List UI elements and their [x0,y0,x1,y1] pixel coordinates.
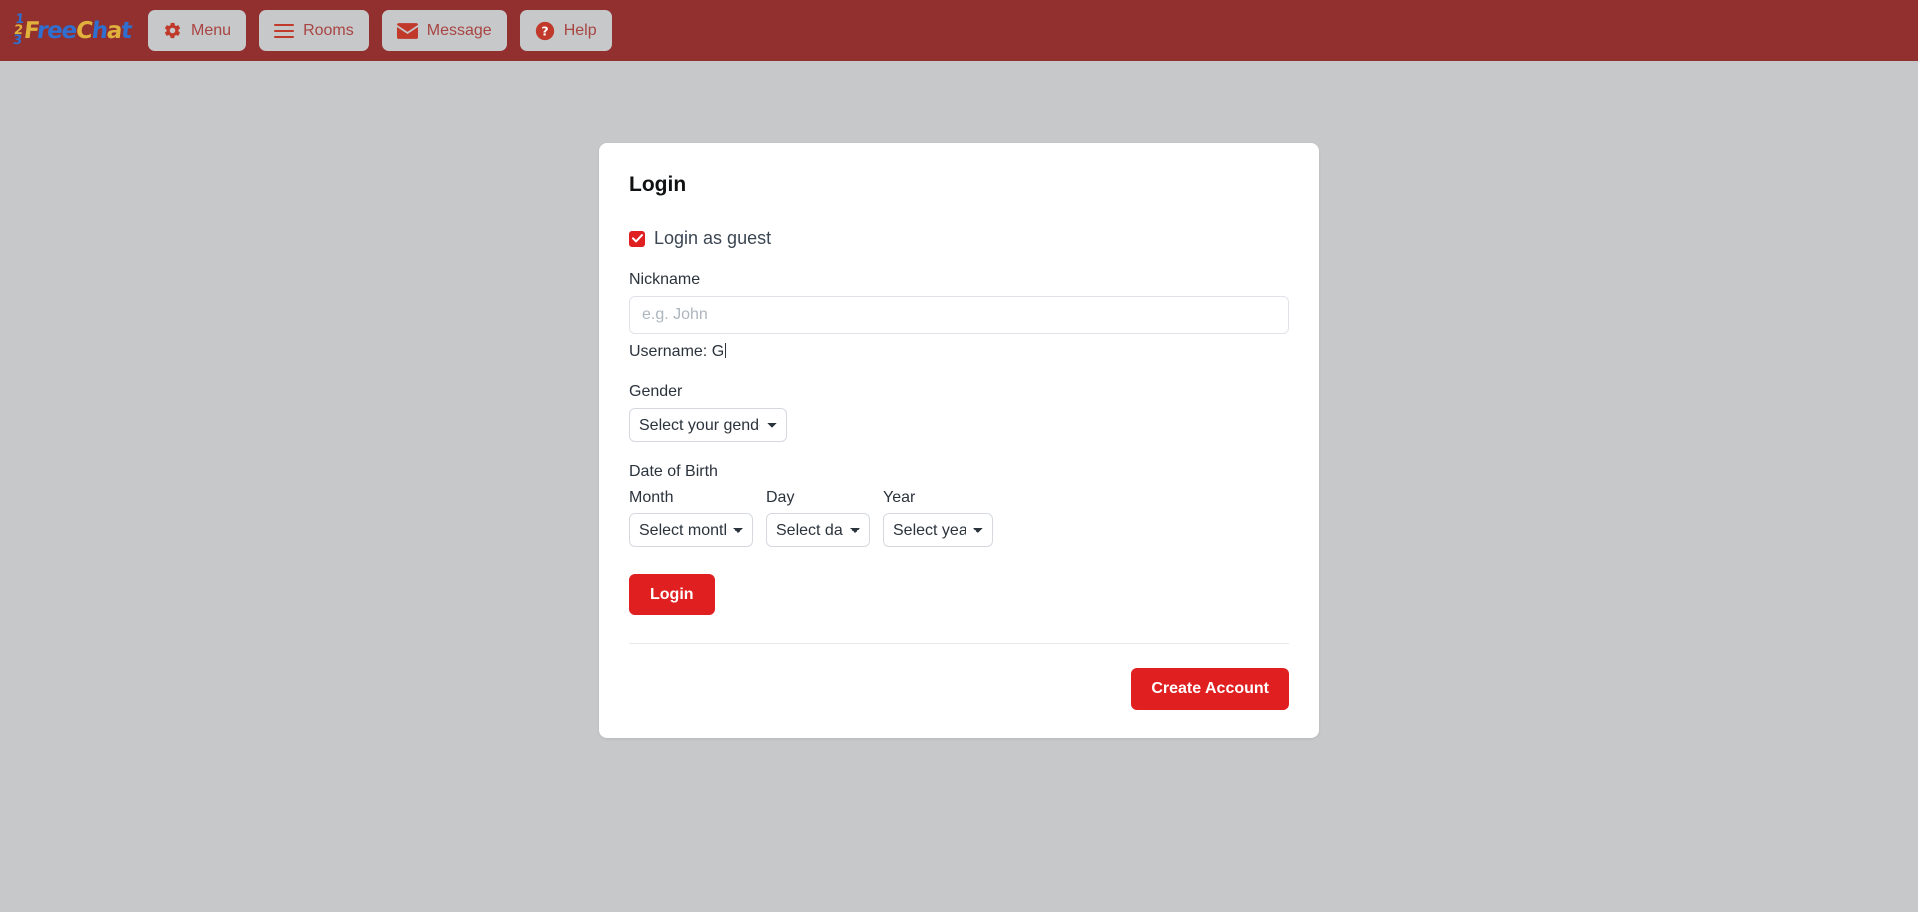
nav-button-label: Rooms [303,21,354,39]
page-title: Login [629,173,687,196]
text-caret [725,343,727,358]
month-select[interactable]: Select month [629,513,753,547]
app-header: 1 2 3 FreeChat Menu Rooms Message ? Help [0,0,1918,61]
gear-icon [163,21,182,40]
login-button[interactable]: Login [629,574,715,615]
nav-button-label: Menu [191,21,232,39]
nav-button-rooms[interactable]: Rooms [259,10,369,51]
nav-button-label: Message [426,21,492,39]
svg-text:?: ? [541,23,548,38]
nav-button-menu[interactable]: Menu [148,10,247,51]
hamburger-icon [274,23,295,39]
gender-label: Gender [629,383,683,400]
page-body: Login Login as guest Nickname Username: … [0,61,1918,738]
create-account-button[interactable]: Create Account [1131,668,1289,710]
logo-word-part-1: ree [35,17,78,44]
day-label: Day [766,489,795,506]
check-icon [631,234,643,243]
card-footer: Create Account [629,668,1289,710]
logo-wordmark: FreeChat [22,18,132,44]
month-label: Month [629,489,674,506]
nickname-label: Nickname [629,271,701,288]
nav-button-message[interactable]: Message [381,10,507,51]
username-preview-text: Username: G [629,343,725,360]
year-label: Year [883,489,916,506]
logo-word-part-5: t [119,17,133,44]
question-circle-icon: ? [535,21,555,41]
date-of-birth-label: Date of Birth [629,463,718,480]
nav-button-help[interactable]: ? Help [519,10,612,51]
login-as-guest-checkbox[interactable] [629,230,645,247]
logo-digit-3: 3 [12,32,23,48]
day-select[interactable]: Select day [766,513,870,547]
login-as-guest-row[interactable]: Login as guest [629,228,1289,249]
gender-select[interactable]: Select your gender [629,408,787,442]
year-select[interactable]: Select year [883,513,993,547]
nickname-input[interactable] [629,296,1289,334]
dob-day-group: Day Select day [766,489,870,547]
date-of-birth-row: Month Select month Day Select day Year S… [629,489,1289,547]
login-as-guest-label: Login as guest [654,228,772,248]
login-card: Login Login as guest Nickname Username: … [599,143,1319,738]
app-logo[interactable]: 1 2 3 FreeChat [10,10,135,52]
nav-button-label: Help [563,21,597,39]
username-preview: Username: G [629,343,1289,361]
card-divider [629,643,1289,644]
dob-year-group: Year Select year [883,489,993,547]
envelope-icon [396,22,418,39]
dob-month-group: Month Select month [629,489,753,547]
